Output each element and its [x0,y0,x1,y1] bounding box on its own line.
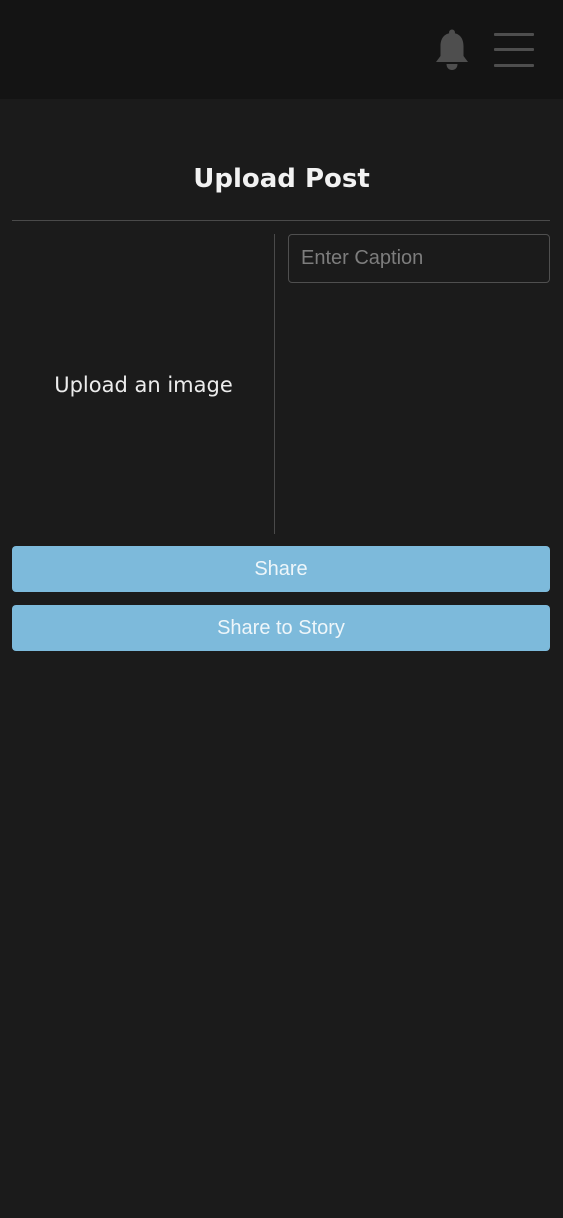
menu-line [494,64,534,67]
upload-image-label: Upload an image [54,373,233,397]
share-to-story-button[interactable]: Share to Story [12,605,550,651]
menu-line [494,48,534,51]
image-upload-area[interactable]: Upload an image [12,234,275,534]
caption-input[interactable] [288,234,550,283]
top-nav-bar [0,0,563,99]
share-button[interactable]: Share [12,546,550,592]
divider [12,220,550,221]
menu-line [494,33,534,36]
page-title: Upload Post [193,164,370,194]
bell-icon[interactable] [434,29,470,71]
hamburger-menu-icon[interactable] [494,31,536,69]
